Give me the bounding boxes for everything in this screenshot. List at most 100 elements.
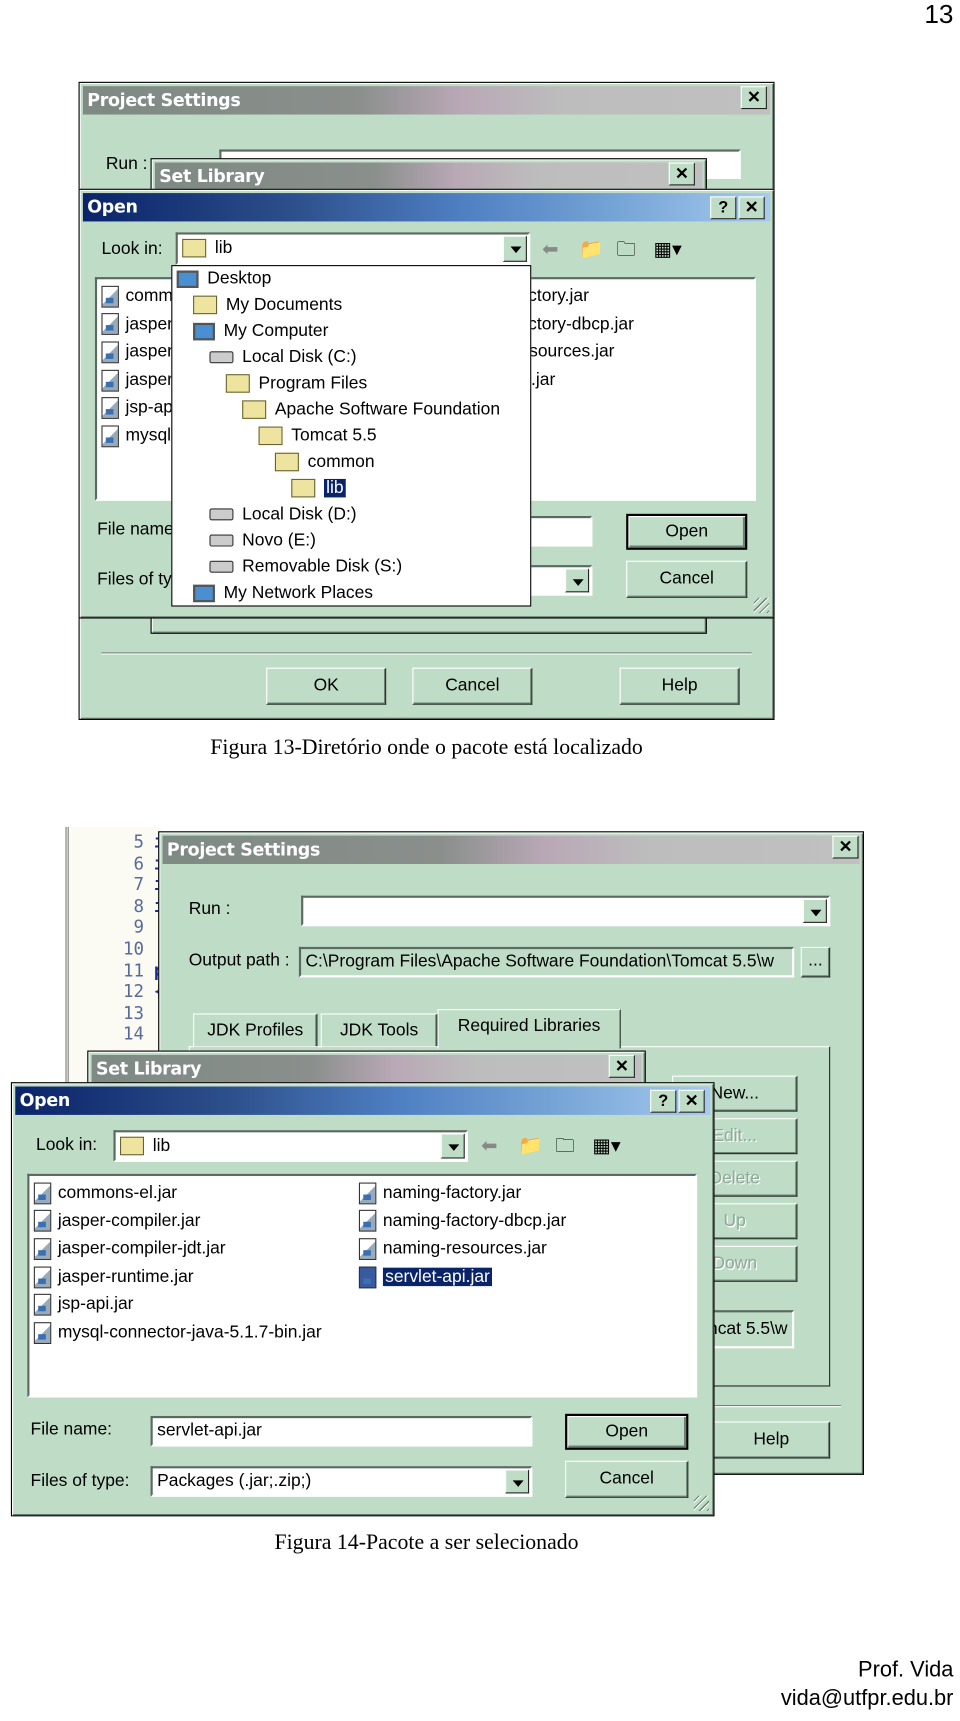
help-button[interactable]: ? [650,1089,677,1113]
dropdown-item[interactable]: Novo (E:) [209,529,316,553]
folder-open-icon [182,239,207,258]
back-arrow-icon[interactable]: ⬅ [542,237,558,261]
file-name: naming-resources.jar [382,1239,547,1259]
close-button[interactable]: ✕ [832,835,859,859]
desktop-icon [176,270,199,288]
list-item[interactable]: jasper-runtime.jar [33,1265,194,1289]
chevron-down-icon[interactable] [802,898,827,923]
line-number: 10 [122,938,144,959]
folder-open-icon [119,1137,144,1156]
dropdown-item-label: Novo (E:) [242,531,316,550]
file-name: jasper-compiler-jdt.jar [57,1239,226,1259]
window-title: Project Settings [82,86,771,115]
help-button[interactable]: Help [712,1421,831,1459]
new-folder-icon[interactable]: 🗀 [616,237,636,261]
jar-file-icon [358,1238,377,1260]
close-button[interactable]: ✕ [740,86,767,110]
tab-required-libraries[interactable]: Required Libraries [437,1009,621,1049]
dropdown-item[interactable]: Removable Disk (S:) [209,555,402,579]
view-menu-icon[interactable]: ▦▾ [653,237,681,261]
look-in-combo[interactable]: lib [113,1130,468,1162]
open-button[interactable]: Open [626,513,748,550]
jar-file-icon [358,1266,377,1288]
new-folder-icon[interactable]: 🗀 [555,1133,575,1157]
cancel-button[interactable]: Cancel [626,560,748,598]
tab-jdk-profiles[interactable]: JDK Profiles [193,1013,318,1048]
jar-file-icon [33,1182,52,1205]
file-name-input[interactable]: servlet-api.jar [150,1415,533,1447]
dropdown-item[interactable]: Desktop [176,267,271,291]
cd-drive-icon [209,534,234,547]
dropdown-item-label: My Computer [223,321,329,341]
list-item[interactable]: naming-factory-dbcp.jar [358,1209,567,1233]
dropdown-item[interactable]: Program Files [225,372,368,396]
dropdown-item-label: Program Files [258,374,368,393]
list-item[interactable]: commons-el.jar [33,1181,177,1205]
dropdown-item[interactable]: My Computer [193,320,328,344]
up-folder-icon[interactable]: 📁 [579,237,603,261]
file-list[interactable]: commons-el.jar jasper-compiler.jar jasper-… [27,1173,698,1398]
dropdown-item[interactable]: My Network Places [193,581,373,605]
dropdown-item[interactable]: Tomcat 5.5 [258,424,377,448]
close-button[interactable]: ✕ [608,1054,635,1078]
help-button[interactable]: Help [619,667,740,705]
output-path-field[interactable]: C:\Program Files\Apache Software Foundat… [298,946,795,978]
line-number: 11 [122,959,144,981]
jar-file-icon [33,1210,52,1233]
dropdown-item[interactable]: common [274,451,375,475]
dropdown-item[interactable]: Local Disk (C:) [209,346,357,370]
run-label: Run : [188,899,231,919]
dropdown-item[interactable]: My Documents [193,293,342,317]
view-menu-icon[interactable]: ▦▾ [592,1133,620,1157]
list-item[interactable]: jasper-compiler.jar [33,1209,201,1233]
list-item[interactable]: servlet-api.jar [358,1265,494,1289]
line-number: 12 [122,980,144,1002]
chevron-down-icon[interactable] [440,1133,465,1159]
dropdown-item[interactable]: Apache Software Foundation [242,398,500,422]
file-name: naming-factory-dbcp.jar [382,1211,567,1231]
browse-button[interactable]: ... [800,946,831,978]
look-in-label: Look in: [35,1135,98,1155]
my-computer-icon [193,322,215,341]
resize-grip[interactable] [693,1495,710,1511]
ok-button[interactable]: OK [266,667,387,705]
open-button[interactable]: Open [565,1413,689,1450]
close-button[interactable]: ✕ [738,196,765,220]
footer: Prof. Vida vida@utfpr.edu.br [781,1656,954,1713]
chevron-down-icon[interactable] [565,568,590,593]
my-documents-icon [193,295,218,315]
figure-caption: Figura 13-Diretório onde o pacote está l… [210,735,643,760]
dropdown-item[interactable]: Local Disk (D:) [209,503,357,527]
list-item[interactable]: naming-factory.jar [358,1181,521,1205]
cancel-button[interactable]: Cancel [565,1460,689,1498]
list-item[interactable]: jsp-api.jar [33,1293,133,1317]
list-item[interactable]: naming-resources.jar [358,1237,547,1261]
cancel-button[interactable]: Cancel [412,667,533,705]
back-arrow-icon[interactable]: ⬅ [481,1133,497,1157]
jar-file-icon [101,285,119,308]
chevron-down-icon[interactable] [502,235,527,262]
jar-file-icon [101,369,119,392]
tab-jdk-tools[interactable]: JDK Tools [320,1013,438,1048]
resize-grip[interactable] [753,597,770,614]
dropdown-item-label: My Network Places [223,583,374,603]
folder-icon [258,426,283,446]
chevron-down-icon[interactable] [505,1469,530,1494]
list-item[interactable]: jasper-compiler-jdt.jar [33,1237,226,1261]
dropdown-item[interactable]: lib [291,477,347,501]
dropdown-item-label: Removable Disk (S:) [242,557,403,576]
up-folder-icon[interactable]: 📁 [518,1133,542,1157]
folder-icon [225,374,250,394]
close-button[interactable]: ✕ [678,1089,705,1113]
look-in-dropdown[interactable]: Desktop My Documents My Computer Local Disk… [171,265,532,607]
list-item[interactable]: mysql-connector-java-5.1.7-bin.jar [33,1321,322,1345]
jar-file-icon [101,397,119,420]
help-button[interactable]: ? [710,196,737,220]
line-number: 13 [122,1002,144,1024]
look-in-combo[interactable]: lib [175,232,531,266]
close-button[interactable]: ✕ [668,162,695,186]
files-of-type-label: Files of type: [30,1471,130,1491]
run-combo[interactable] [301,895,831,927]
dropdown-item-label: Tomcat 5.5 [291,426,377,446]
files-of-type-select[interactable]: Packages (.jar;.zip;) [150,1466,533,1497]
